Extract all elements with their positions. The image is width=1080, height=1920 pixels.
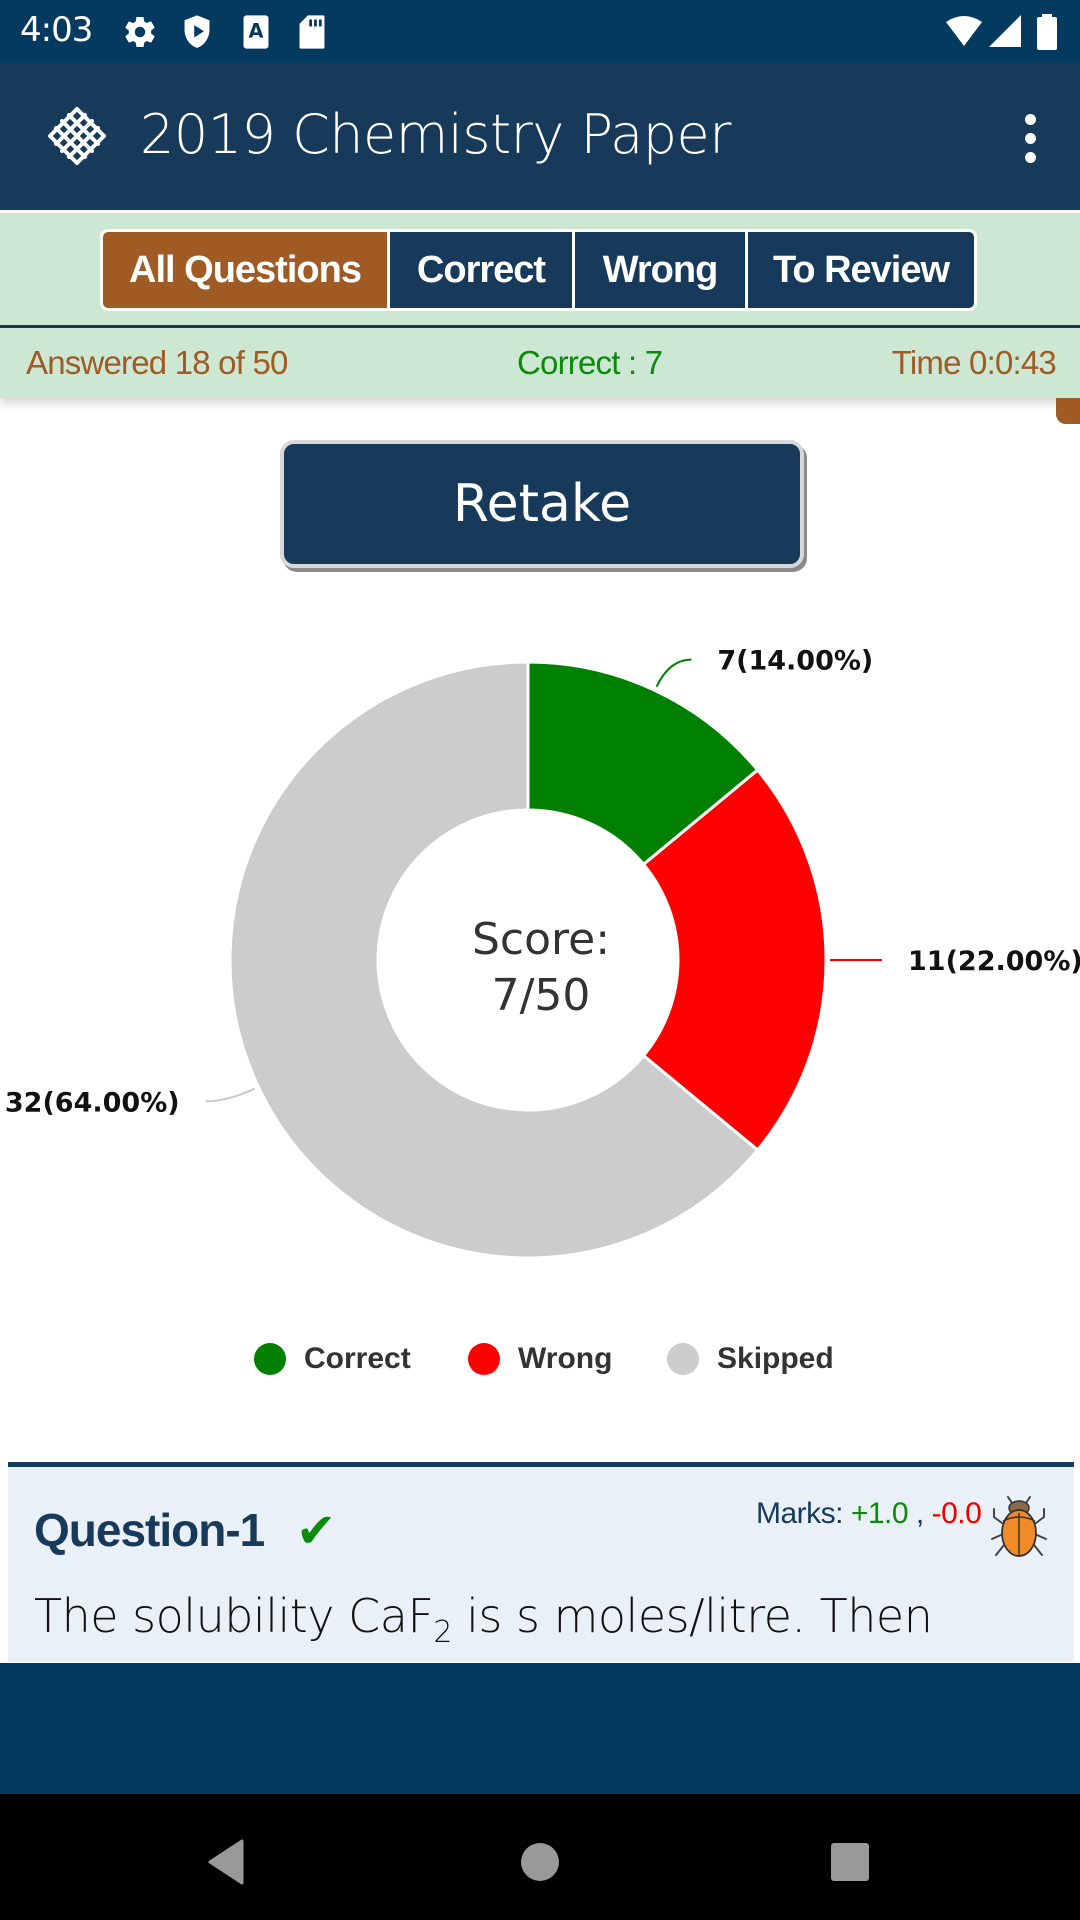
tab-wrong[interactable]: Wrong bbox=[575, 232, 745, 308]
wifi-icon bbox=[946, 16, 982, 46]
tab-all-questions[interactable]: All Questions bbox=[103, 232, 387, 308]
question-card[interactable]: Question-1 ✔ Marks: +1.0 , -0.0 The solu… bbox=[8, 1462, 1074, 1662]
marks-positive: +1.0 bbox=[850, 1497, 909, 1530]
tab-to-review[interactable]: To Review bbox=[748, 232, 974, 308]
status-time: 4:03 bbox=[20, 10, 93, 50]
bottom-banner-area bbox=[0, 1663, 1080, 1794]
correct-count: Correct : 7 bbox=[517, 344, 663, 381]
marks-separator: , bbox=[915, 1497, 924, 1530]
marks-negative: -0.0 bbox=[931, 1497, 982, 1530]
answered-count: Answered 18 of 50 bbox=[26, 344, 288, 381]
home-icon[interactable] bbox=[500, 1822, 580, 1902]
retake-button[interactable]: Retake bbox=[280, 440, 804, 568]
status-bar: 4:03 A bbox=[0, 0, 1080, 63]
slice-label-wrong: 11(22.00%) bbox=[908, 946, 1080, 977]
system-nav-bar bbox=[0, 1794, 1080, 1920]
app-title: 2019 Chemistry Paper bbox=[140, 103, 731, 166]
question-marks: Marks: +1.0 , -0.0 bbox=[756, 1497, 982, 1531]
leader-line-skipped bbox=[205, 1087, 256, 1103]
legend-label: Skipped bbox=[717, 1342, 834, 1375]
filter-bar: All Questions Correct Wrong To Review bbox=[0, 213, 1080, 325]
battery-icon bbox=[1037, 14, 1057, 50]
elapsed-time: Time 0:0:43 bbox=[891, 344, 1057, 381]
font-a-icon: A bbox=[243, 15, 269, 49]
app-bar: 2019 Chemistry Paper bbox=[0, 63, 1080, 210]
leader-line-correct bbox=[655, 658, 692, 688]
svg-text:A: A bbox=[249, 20, 264, 43]
marks-label: Marks: bbox=[756, 1497, 844, 1530]
legend-dot-skipped bbox=[667, 1343, 699, 1375]
stats-bar: Answered 18 of 50 Correct : 7 Time 0:0:4… bbox=[0, 328, 1080, 398]
checkmark-icon: ✔ bbox=[296, 1505, 337, 1558]
score-donut-chart: 7(14.00%) 11(22.00%) 32(64.00%) Score: 7… bbox=[5, 646, 1080, 1260]
legend-item-wrong[interactable]: Wrong bbox=[468, 1342, 612, 1376]
bug-icon[interactable] bbox=[988, 1495, 1050, 1559]
app-logo bbox=[48, 107, 106, 165]
score-caption: Score: bbox=[472, 914, 610, 965]
score-value: 7/50 bbox=[492, 970, 591, 1021]
overflow-menu-icon[interactable] bbox=[1000, 103, 1060, 173]
question-text-part: is s moles/litre. Then bbox=[452, 1589, 933, 1643]
recents-icon[interactable] bbox=[810, 1822, 890, 1902]
tab-correct[interactable]: Correct bbox=[390, 232, 572, 308]
sd-card-icon bbox=[299, 15, 325, 49]
legend-item-correct[interactable]: Correct bbox=[254, 1342, 411, 1376]
chart-legend: Correct Wrong Skipped bbox=[0, 1342, 1080, 1392]
legend-label: Wrong bbox=[518, 1342, 613, 1375]
legend-dot-correct bbox=[254, 1343, 286, 1375]
legend-dot-wrong bbox=[468, 1343, 500, 1375]
back-icon[interactable] bbox=[186, 1822, 266, 1902]
legend-label: Correct bbox=[304, 1342, 411, 1375]
shield-play-icon bbox=[184, 15, 210, 48]
slice-label-skipped: 32(64.00%) bbox=[5, 1087, 180, 1118]
question-text-subscript: 2 bbox=[433, 1615, 453, 1651]
legend-item-skipped[interactable]: Skipped bbox=[667, 1342, 834, 1376]
question-text: The solubility CaF2 is s moles/litre. Th… bbox=[34, 1589, 933, 1651]
slice-label-correct: 7(14.00%) bbox=[717, 646, 873, 677]
question-title: Question-1 bbox=[34, 1504, 265, 1556]
cell-signal-icon bbox=[989, 15, 1021, 47]
filter-tabs: All Questions Correct Wrong To Review bbox=[100, 229, 977, 311]
side-drawer-handle[interactable] bbox=[1056, 398, 1080, 424]
gear-icon bbox=[125, 17, 155, 48]
question-text-part: The solubility CaF bbox=[34, 1589, 434, 1643]
